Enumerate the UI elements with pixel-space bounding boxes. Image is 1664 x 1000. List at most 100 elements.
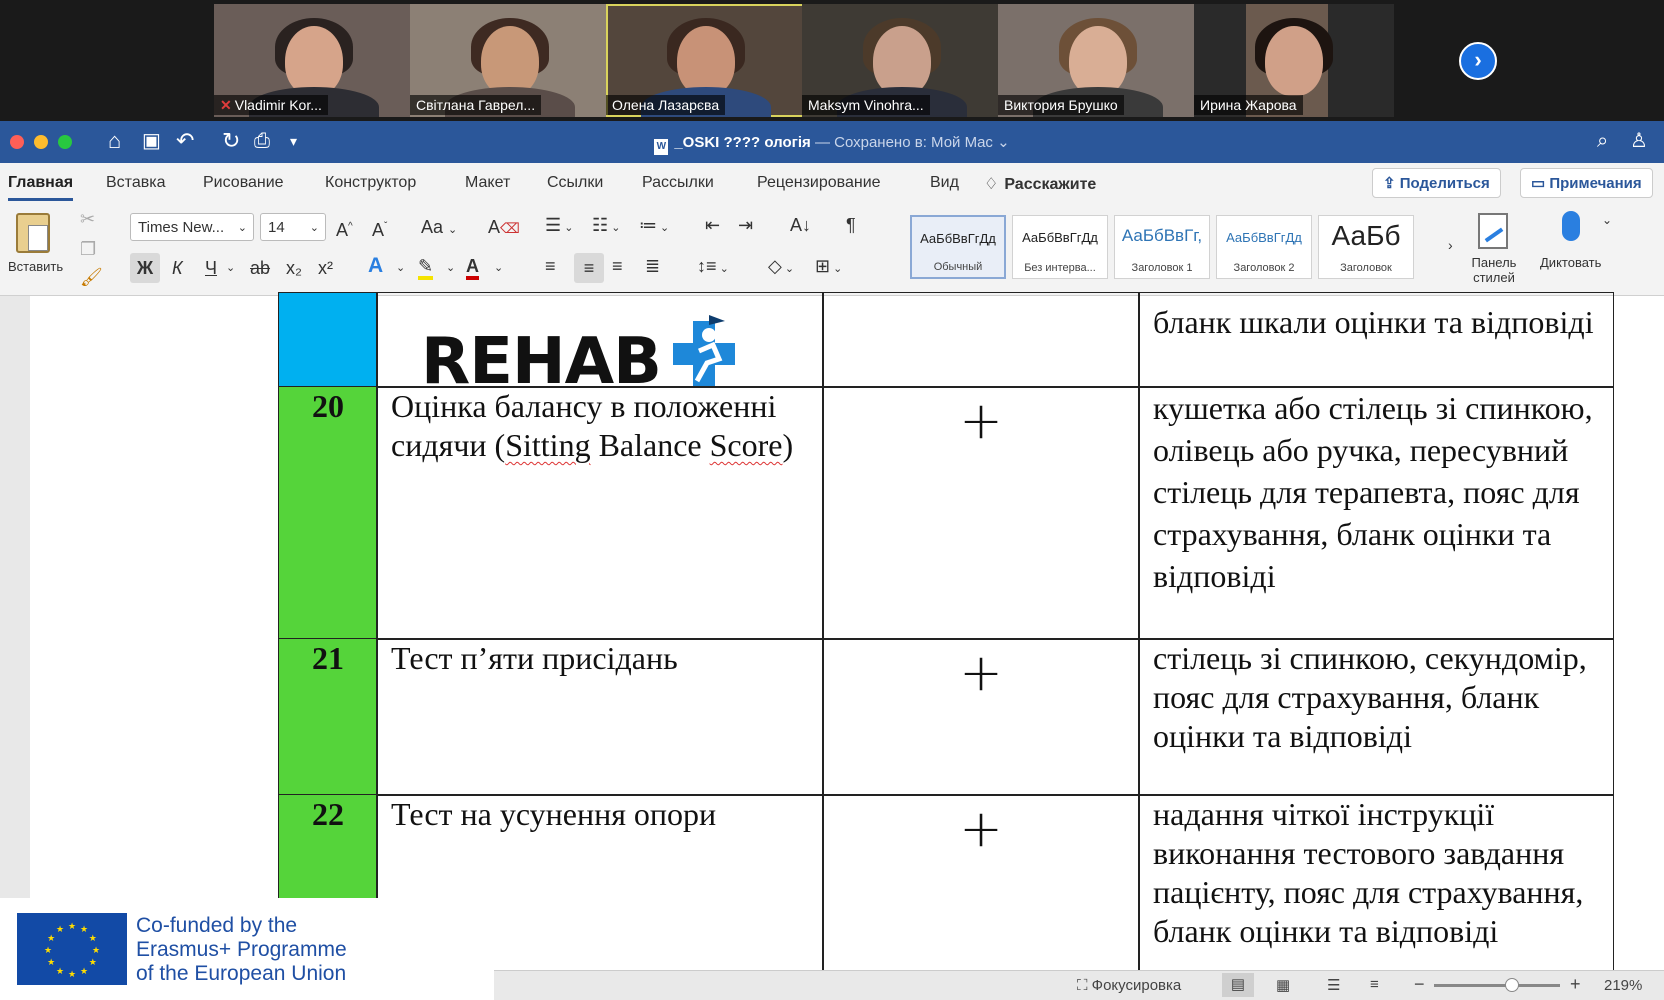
zoom-out-button[interactable]: − <box>1414 974 1425 995</box>
participant-tile[interactable]: Виктория Брушко <box>998 4 1198 117</box>
participant-tile-active-speaker[interactable]: Олена Лазарєва <box>606 4 806 117</box>
tab-layout[interactable]: Макет <box>465 174 510 192</box>
rehab-cross-icon <box>672 315 735 387</box>
focus-label: Фокусировка <box>1091 977 1182 994</box>
participant-tile[interactable]: Maksym Vinohra... <box>802 4 1002 117</box>
table-cell-equipment[interactable]: кушетка або стілець зі спинкою, олівець … <box>1138 386 1614 640</box>
eu-star-icon: ★ <box>56 966 64 976</box>
highlight-icon[interactable]: ✎ <box>418 256 434 280</box>
highlight-dropdown-icon[interactable]: ⌄ <box>446 258 455 278</box>
comments-button[interactable]: ▭ Примечания <box>1520 168 1653 198</box>
tab-references[interactable]: Ссылки <box>547 174 603 192</box>
increase-font-size-icon[interactable]: A^ <box>336 217 353 240</box>
italic-button[interactable]: К <box>172 258 183 278</box>
underline-button[interactable]: Ч <box>205 258 217 278</box>
draft-view-icon[interactable]: ≡ <box>1370 976 1379 993</box>
font-color-dropdown-icon[interactable]: ⌄ <box>494 258 503 278</box>
participant-tile[interactable]: Світлана Гаврел... <box>410 4 610 117</box>
copy-icon[interactable]: ❐ <box>80 239 96 259</box>
zoom-level[interactable]: 219% <box>1604 977 1642 994</box>
style-label: Обычный <box>933 261 983 273</box>
search-icon[interactable]: ⌕ <box>1597 128 1608 154</box>
participant-tile[interactable]: ✕ Vladimir Kor... <box>214 4 414 117</box>
decrease-indent-icon[interactable]: ⇤ <box>705 215 720 235</box>
line-spacing-icon[interactable]: ↕≡ ⌄ <box>697 256 729 279</box>
font-size-select[interactable]: 14 ⌄ <box>260 213 326 241</box>
style-title[interactable]: АаБб Заголовок <box>1318 215 1414 279</box>
superscript-button[interactable]: x² <box>318 258 333 278</box>
align-right-icon[interactable]: ≡ <box>612 256 623 276</box>
decrease-font-size-icon[interactable]: Aˇ <box>372 217 387 240</box>
zoom-slider[interactable] <box>1434 978 1560 992</box>
tab-view[interactable]: Вид <box>930 174 959 192</box>
video-participants-strip: ✕ Vladimir Kor... Світлана Гаврел... Олен… <box>0 0 1664 121</box>
table-cell-equipment[interactable]: надання чіткої інструкції виконання тест… <box>1138 794 1614 984</box>
rehab-logo-text: REHAB <box>421 325 662 388</box>
document-canvas: REHAB бланк шкали оцінки та відповіді 20… <box>0 292 1664 984</box>
spelling-error-word: Score <box>709 427 783 463</box>
chevron-down-icon: ⌄ <box>1602 213 1613 227</box>
styles-pane-label: Панель стилей <box>1471 255 1517 285</box>
format-painter-icon[interactable]: 🖌 <box>80 267 103 287</box>
print-layout-view-icon[interactable]: ▤ <box>1222 973 1254 997</box>
underline-options-icon[interactable]: ⌄ <box>226 258 235 278</box>
bold-button[interactable]: Ж <box>130 253 160 283</box>
show-formatting-marks-icon[interactable]: ¶ <box>846 215 856 235</box>
next-page-button[interactable]: › <box>1459 42 1497 80</box>
text-effects-dropdown-icon[interactable]: ⌄ <box>396 258 405 278</box>
subscript-button[interactable]: x₂ <box>286 258 302 278</box>
tab-home[interactable]: Главная <box>8 174 74 201</box>
style-no-spacing[interactable]: АаБбВвГгДд Без интерва... <box>1012 215 1108 279</box>
increase-indent-icon[interactable]: ⇥ <box>738 215 753 235</box>
paste-button[interactable]: Вставить <box>8 209 70 274</box>
styles-pane-button[interactable]: Панель стилей <box>1456 209 1532 291</box>
style-preview: АаБбВвГгДд <box>1022 230 1098 245</box>
tab-design[interactable]: Конструктор <box>325 174 416 192</box>
align-center-icon[interactable]: ≡ <box>574 253 604 283</box>
focus-mode-button[interactable]: ⛶ Фокусировка <box>1077 977 1181 994</box>
table-cell-title[interactable]: Оцінка балансу в положенні сидячи (Sitti… <box>376 386 824 640</box>
tab-mailings[interactable]: Рассылки <box>642 174 714 192</box>
font-size-value: 14 <box>268 219 285 236</box>
web-layout-view-icon[interactable]: ▦ <box>1276 976 1290 994</box>
participant-tile[interactable]: Ирина Жарова <box>1194 4 1394 117</box>
chevron-down-icon: ⌄ <box>237 222 247 234</box>
table-cell-title[interactable]: Тест п’яти присідань <box>376 638 824 796</box>
styles-more-chevron-icon[interactable]: › <box>1448 235 1453 255</box>
font-name-select[interactable]: Times New... ⌄ <box>130 213 254 241</box>
outline-view-icon[interactable]: ☰ <box>1327 976 1340 994</box>
style-preview: АаБбВвГг, <box>1121 226 1203 245</box>
numbering-icon[interactable]: ☷ ⌄ <box>592 215 620 238</box>
share-button[interactable]: ⇪ Поделиться <box>1372 168 1501 198</box>
clear-formatting-icon[interactable]: A⌫ <box>488 217 520 238</box>
zoom-slider-thumb[interactable] <box>1505 978 1520 992</box>
dictate-button[interactable]: ⌄ Диктовать <box>1540 209 1640 270</box>
style-heading-2[interactable]: АаБбВвГгДд Заголовок 2 <box>1216 215 1312 279</box>
text-effects-icon[interactable]: A <box>368 255 383 276</box>
table-cell-equipment[interactable]: стілець зі спинкою, секундомір, пояс для… <box>1138 638 1614 796</box>
align-left-icon[interactable]: ≡ <box>545 256 556 276</box>
bullets-icon[interactable]: ☰ ⌄ <box>545 215 573 238</box>
font-color-icon[interactable]: A <box>466 256 479 280</box>
justify-icon[interactable]: ≣ <box>645 256 660 276</box>
participant-name: Світлана Гаврел... <box>416 97 536 113</box>
tab-insert[interactable]: Вставка <box>106 174 165 192</box>
spelling-error-word: Sitting <box>505 427 591 463</box>
zoom-in-button[interactable]: + <box>1570 974 1581 995</box>
strikethrough-button[interactable]: ab <box>250 258 270 278</box>
cut-icon[interactable]: ✂ <box>80 209 95 229</box>
sort-icon[interactable]: A↓ <box>790 215 811 235</box>
table-cell-number: 21 <box>278 638 378 796</box>
shading-icon[interactable]: ◇ ⌄ <box>768 256 794 279</box>
change-case-icon[interactable]: Aa ⌄ <box>421 217 457 240</box>
style-heading-1[interactable]: АаБбВвГг, Заголовок 1 <box>1114 215 1210 279</box>
multilevel-list-icon[interactable]: ≔ ⌄ <box>639 215 669 238</box>
style-normal[interactable]: АаБбВвГгДд Обычный <box>910 215 1006 279</box>
account-icon[interactable]: ♙ <box>1630 128 1648 154</box>
tab-review[interactable]: Рецензирование <box>757 174 881 192</box>
tab-draw[interactable]: Рисование <box>203 174 284 192</box>
eu-star-icon: ★ <box>89 957 97 967</box>
tab-tell-me[interactable]: ♢ Расскажите <box>984 174 1096 194</box>
document-page[interactable]: REHAB бланк шкали оцінки та відповіді 20… <box>30 292 1664 984</box>
borders-icon[interactable]: ⊞ ⌄ <box>815 256 842 279</box>
